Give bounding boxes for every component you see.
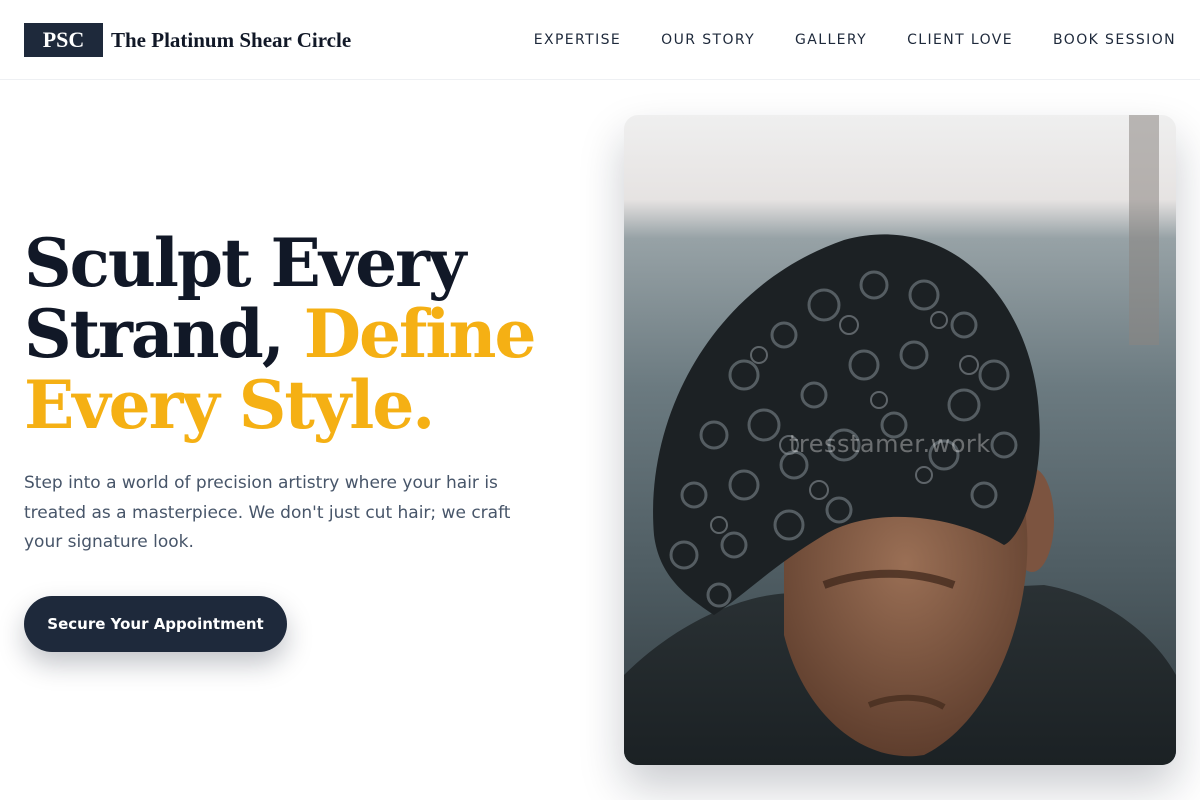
headline-line-1: Sculpt Every (24, 224, 466, 302)
site-header: PSC The Platinum Shear Circle EXPERTISE … (0, 0, 1200, 80)
secure-appointment-button[interactable]: Secure Your Appointment (24, 596, 287, 652)
nav-client-love[interactable]: CLIENT LOVE (907, 32, 1013, 48)
logo-mark[interactable]: PSC (24, 22, 103, 57)
nav-gallery[interactable]: GALLERY (795, 32, 867, 48)
headline-line-2: Strand, (24, 295, 304, 373)
headline-accent-define: Define (303, 295, 537, 373)
hero-description: Step into a world of precision artistry … (24, 473, 511, 552)
hero-headline: Sculpt Every Strand, Define Every Style. (24, 228, 584, 441)
nav-book-session[interactable]: BOOK SESSION (1053, 32, 1176, 48)
nav-our-story[interactable]: OUR STORY (661, 32, 755, 48)
hero-image: tresstamer.work (624, 115, 1176, 765)
headline-accent-style: Every Style. (24, 366, 435, 444)
nav-expertise[interactable]: EXPERTISE (534, 32, 621, 48)
brand-name[interactable]: The Platinum Shear Circle (111, 26, 351, 53)
image-watermark: tresstamer.work (789, 430, 991, 458)
brand[interactable]: PSC The Platinum Shear Circle (24, 22, 351, 57)
main-nav: EXPERTISE OUR STORY GALLERY CLIENT LOVE … (534, 32, 1176, 48)
